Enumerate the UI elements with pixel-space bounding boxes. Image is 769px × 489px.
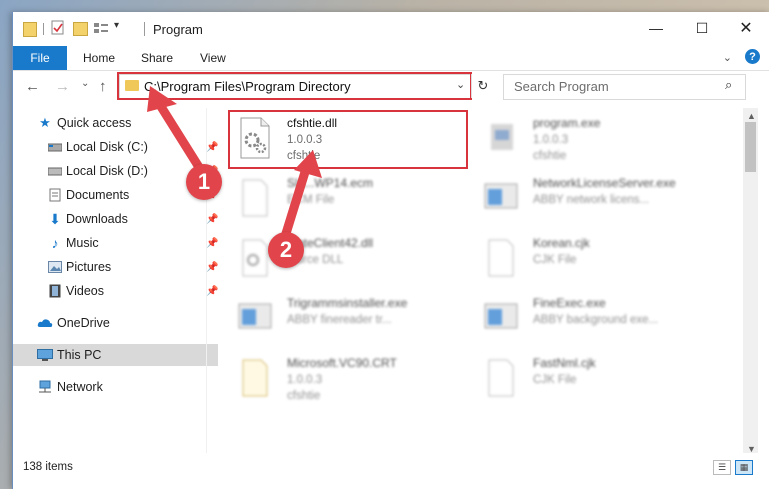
callout-arrowhead-2 bbox=[294, 150, 322, 178]
callout-badge-2: 2 bbox=[268, 232, 304, 268]
callout-arrows bbox=[147, 86, 322, 245]
callout-arrow-1 bbox=[155, 100, 207, 177]
callout-arrow-2 bbox=[279, 167, 310, 245]
callout-badge-1: 1 bbox=[186, 164, 222, 200]
